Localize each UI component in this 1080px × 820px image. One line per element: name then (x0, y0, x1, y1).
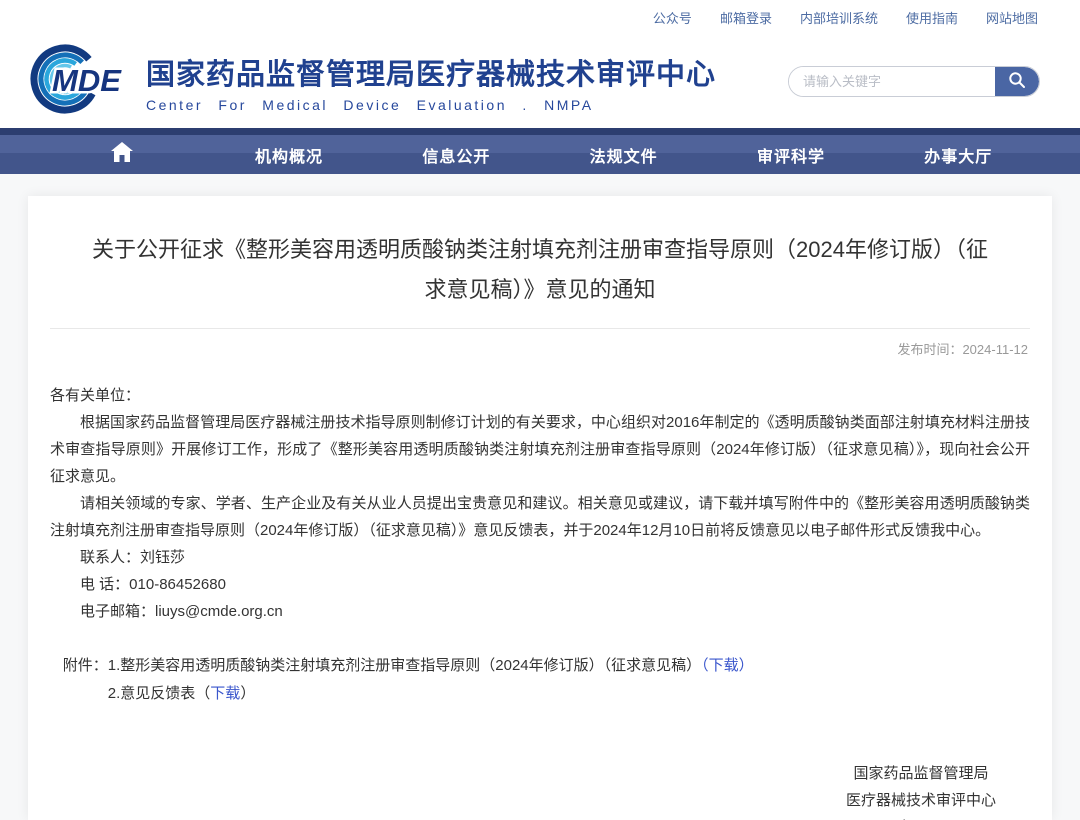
article-title: 关于公开征求《整形美容用透明质酸钠类注射填充剂注册审查指导原则（2024年修订版… (50, 230, 1030, 310)
nav-item-about[interactable]: 机构概况 (205, 135, 372, 174)
topbar-link-user-guide[interactable]: 使用指南 (906, 8, 958, 27)
nav-home[interactable] (38, 135, 205, 174)
search-box (788, 66, 1040, 97)
attachment-1-name: 1.整形美容用透明质酸钠类注射填充剂注册审查指导原则（2024年修订版）（征求意… (108, 657, 701, 674)
attachment-2-name: 2.意见反馈表 (108, 685, 196, 702)
attachment-2-close-paren: ） (240, 685, 255, 702)
article-body: 各有关单位： 根据国家药品监督管理局医疗器械注册技术指导原则制修订计划的有关要求… (50, 382, 1030, 708)
topbar-link-mail-login[interactable]: 邮箱登录 (720, 8, 772, 27)
main-nav: 机构概况 信息公开 法规文件 审评科学 办事大厅 (0, 128, 1080, 174)
org-name-cn: 国家药品监督管理局医疗器械技术审评中心 (146, 51, 788, 93)
attachment-1-download-link[interactable]: （下载） (701, 657, 754, 674)
org-titles: 国家药品监督管理局医疗器械技术审评中心 Center For Medical D… (146, 49, 788, 113)
topbar-link-training-system[interactable]: 内部培训系统 (800, 8, 878, 27)
signature-org-1: 国家药品监督管理局 (846, 760, 996, 787)
nav-item-review-science[interactable]: 审评科学 (707, 135, 874, 174)
attachments-label: 附件： (63, 652, 108, 708)
attachment-item: 1.整形美容用透明质酸钠类注射填充剂注册审查指导原则（2024年修订版）（征求意… (108, 657, 754, 674)
publish-time: 发布时间：2024-11-12 (50, 339, 1028, 358)
logo-mde-text: MDE (52, 63, 122, 98)
contact-email: 电子邮箱：liuys@cmde.org.cn (50, 598, 1030, 625)
title-divider (50, 328, 1030, 329)
nav-item-regulations[interactable]: 法规文件 (540, 135, 707, 174)
top-utility-bar: 公众号 邮箱登录 内部培训系统 使用指南 网站地图 (0, 0, 1080, 34)
contact-phone: 电 话：010-86452680 (50, 571, 1030, 598)
page-main: 关于公开征求《整形美容用透明质酸钠类注射填充剂注册审查指导原则（2024年修订版… (0, 174, 1080, 820)
nav-item-info-disclosure[interactable]: 信息公开 (373, 135, 540, 174)
attachment-2-download-link[interactable]: 下载 (210, 685, 240, 702)
org-name-en: Center For Medical Device Evaluation . N… (146, 97, 788, 113)
salutation: 各有关单位： (50, 382, 1030, 409)
search-icon (1008, 71, 1026, 92)
paragraph: 根据国家药品监督管理局医疗器械注册技术指导原则制修订计划的有关要求，中心组织对2… (50, 409, 1030, 490)
search-button[interactable] (995, 67, 1039, 96)
site-header: MDE 国家药品监督管理局医疗器械技术审评中心 Center For Medic… (0, 34, 1080, 128)
attachment-2-open-paren: （ (195, 685, 210, 702)
signature-block: 国家药品监督管理局 医疗器械技术审评中心 2024年11月11日 (846, 760, 996, 820)
signature-org-2: 医疗器械技术审评中心 (846, 787, 996, 814)
nav-item-service-hall[interactable]: 办事大厅 (875, 135, 1042, 174)
search-input[interactable] (789, 67, 995, 96)
home-icon (111, 142, 133, 167)
contact-person: 联系人：刘钰莎 (50, 544, 1030, 571)
attachment-item: 2.意见反馈表（下载） (108, 685, 256, 702)
article-card: 关于公开征求《整形美容用透明质酸钠类注射填充剂注册审查指导原则（2024年修订版… (28, 196, 1052, 820)
cmde-logo-icon: MDE (28, 40, 140, 123)
topbar-link-sitemap[interactable]: 网站地图 (986, 8, 1038, 27)
paragraph: 请相关领域的专家、学者、生产企业及有关从业人员提出宝贵意见和建议。相关意见或建议… (50, 490, 1030, 544)
signature-date: 2024年11月11日 (846, 814, 996, 820)
topbar-link-wechat[interactable]: 公众号 (653, 8, 692, 27)
attachments-block: 附件： 1.整形美容用透明质酸钠类注射填充剂注册审查指导原则（2024年修订版）… (50, 652, 1030, 708)
